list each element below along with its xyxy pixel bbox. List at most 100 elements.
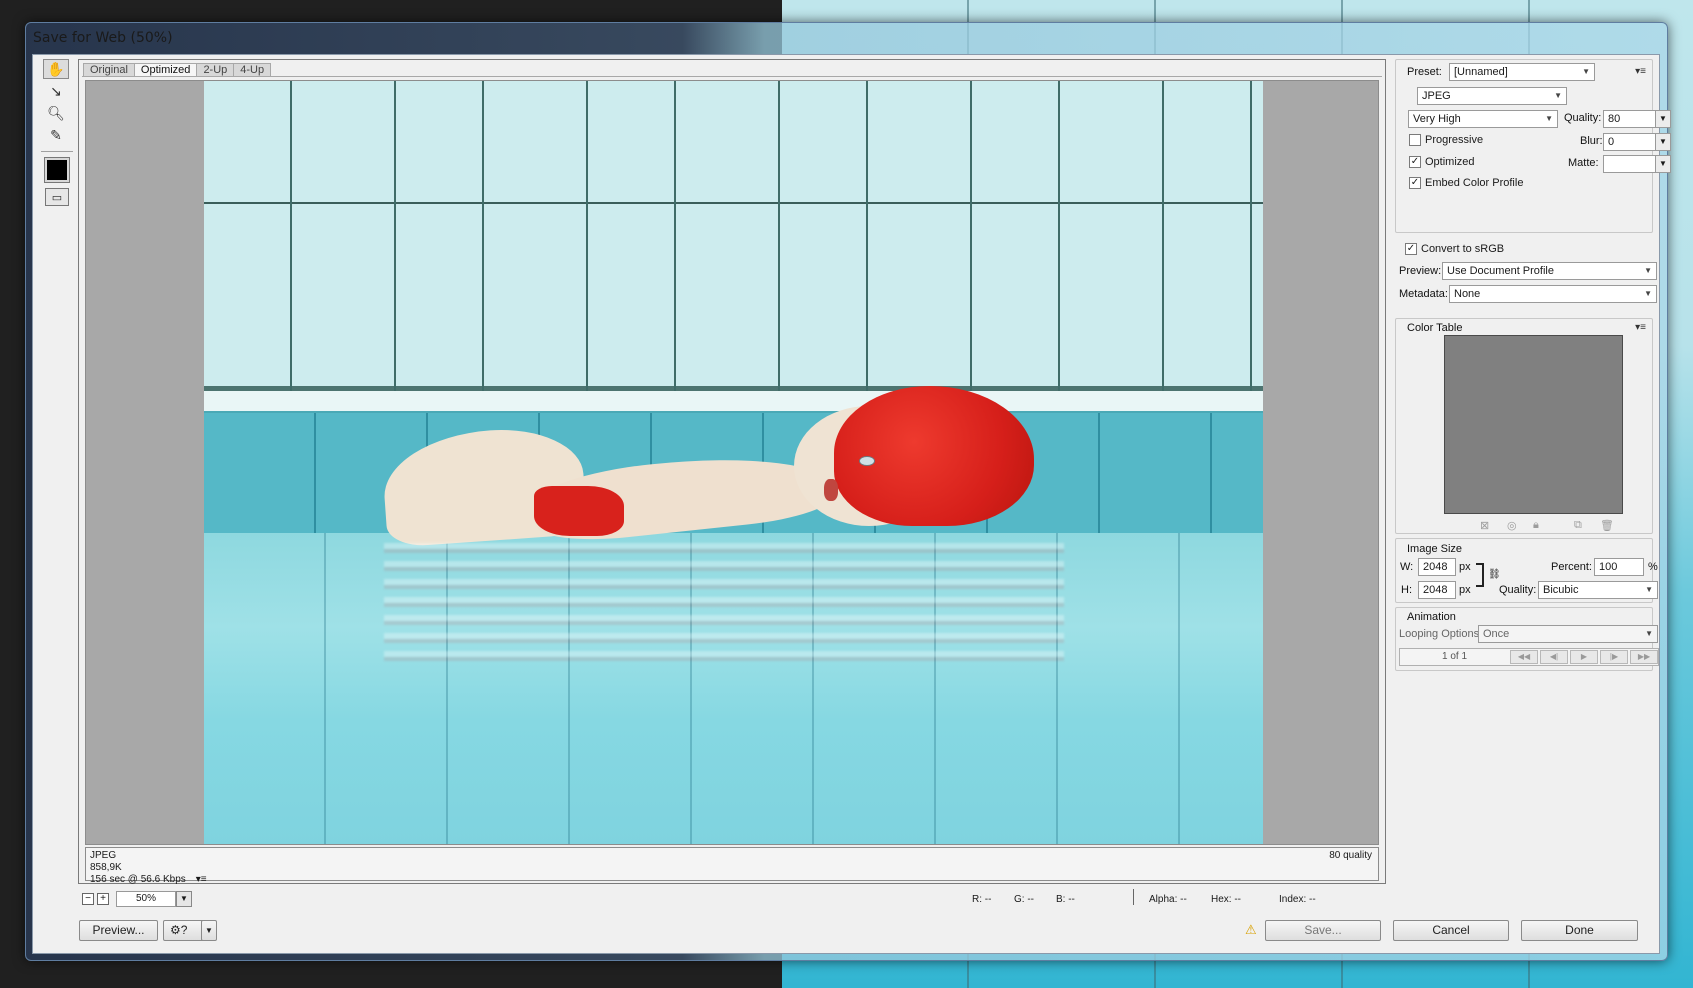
percent-field[interactable]: 100 — [1594, 558, 1644, 576]
matte-label: Matte: — [1568, 157, 1599, 169]
slices-icon: ▭ — [51, 191, 63, 204]
green-readout: G: -- — [1014, 894, 1034, 905]
zoom-out-button[interactable]: − — [82, 893, 94, 905]
chevron-down-icon[interactable]: ▼ — [1655, 156, 1670, 172]
chevron-down-icon: ▼ — [205, 926, 213, 935]
done-button[interactable]: Done — [1521, 920, 1638, 941]
chevron-down-icon: ▼ — [1645, 629, 1653, 638]
color-table-menu-icon[interactable]: ▾≡ — [1635, 322, 1646, 333]
convert-to-srgb-box[interactable]: ✓ — [1405, 243, 1417, 255]
map-to-transparent-icon[interactable]: ⊠ — [1480, 519, 1489, 532]
toggle-slices-visibility-button[interactable]: ▭ — [45, 188, 69, 206]
preview-canvas[interactable] — [85, 80, 1379, 845]
looping-options-select[interactable]: Once ▼ — [1478, 625, 1658, 643]
embed-color-profile-checkbox[interactable]: ✓ Embed Color Profile — [1409, 177, 1523, 189]
tab-optimized[interactable]: Optimized — [133, 63, 198, 77]
chevron-down-icon[interactable]: ▼ — [1655, 134, 1670, 150]
previous-frame-button[interactable]: ◀| — [1540, 650, 1568, 664]
status-bar: − + 50% ▼ R: -- G: -- B: -- Alpha: -- He… — [78, 889, 1386, 909]
progressive-checkbox[interactable]: Progressive — [1409, 134, 1483, 146]
hex-readout: Hex: -- — [1211, 894, 1241, 905]
window-title: Save for Web (50%) — [33, 30, 173, 46]
quality-field[interactable]: 80 ▼ — [1603, 110, 1671, 128]
height-label: H: — [1401, 584, 1412, 596]
preview-button[interactable]: Preview... — [79, 920, 158, 941]
compression-quality-select[interactable]: Very High ▼ — [1408, 110, 1558, 128]
color-table-title: Color Table — [1407, 322, 1463, 334]
warning-icon: ⚠ — [1245, 922, 1257, 937]
metadata-label: Metadata: — [1399, 288, 1448, 300]
optimized-checkbox[interactable]: ✓ Optimized — [1409, 156, 1475, 168]
tile-wall — [204, 81, 1263, 391]
cancel-button[interactable]: Cancel — [1393, 920, 1509, 941]
zoom-level-field[interactable]: 50% — [116, 891, 176, 907]
file-format-select[interactable]: JPEG ▼ — [1417, 87, 1567, 105]
pool-ledge — [204, 391, 1263, 413]
matte-field[interactable]: ▼ — [1603, 155, 1671, 173]
tab-original[interactable]: Original — [83, 63, 135, 77]
trash-icon[interactable]: 🗑︎ — [1600, 519, 1614, 532]
next-frame-button[interactable]: |▶ — [1600, 650, 1628, 664]
optimize-menu-icon[interactable]: ▾≡ — [1635, 66, 1646, 77]
preview-in-browser-button[interactable]: ⚙? — [163, 920, 205, 941]
red-swimsuit-collar — [534, 486, 624, 536]
last-frame-button[interactable]: ▶▶ — [1630, 650, 1658, 664]
percent-unit: % — [1648, 561, 1658, 573]
first-frame-button[interactable]: ◀◀ — [1510, 650, 1538, 664]
frame-counter: 1 of 1 — [1442, 651, 1468, 662]
image-file-size: 858,9K — [90, 862, 122, 873]
red-readout: R: -- — [972, 894, 992, 905]
settings-panel: Preset: [Unnamed] ▼ ▾≡ JPEG ▼ Very High ▼ Q… — [1395, 59, 1671, 671]
tab-strip-line — [82, 76, 1382, 77]
zoom-tool-button[interactable]: 🔍︎ — [43, 103, 69, 123]
progressive-box[interactable] — [1409, 134, 1421, 146]
chevron-down-icon: ▼ — [1644, 266, 1652, 275]
lock-color-icon[interactable]: 🔒︎ — [1533, 519, 1539, 532]
eyedropper-color-swatch[interactable] — [44, 157, 70, 183]
quality-label: Quality: — [1564, 112, 1602, 124]
chevron-down-icon[interactable]: ▼ — [1655, 111, 1670, 127]
optimized-box[interactable]: ✓ — [1409, 156, 1421, 168]
looping-options-label: Looping Options: — [1399, 628, 1483, 640]
dialog-client-area: ✋ ↘ 🔍︎ ✎ ▭ Original Optimized 2-Up 4-Up — [32, 54, 1671, 954]
download-speed-menu-icon[interactable]: ▾≡ — [196, 874, 207, 885]
preset-select[interactable]: [Unnamed] ▼ — [1449, 63, 1595, 81]
download-time: 156 sec @ 56.6 Kbps — [90, 874, 186, 885]
height-field[interactable]: 2048 — [1418, 581, 1456, 599]
web-shift-icon[interactable]: ◎ — [1507, 519, 1517, 532]
hand-tool-button[interactable]: ✋ — [43, 59, 69, 79]
zoom-dropdown-button[interactable]: ▼ — [176, 891, 192, 907]
slice-select-tool-button[interactable]: ↘ — [43, 81, 69, 101]
browser-dropdown-button[interactable]: ▼ — [201, 920, 217, 941]
view-tabs: Original Optimized 2-Up 4-Up — [83, 63, 272, 77]
embed-color-profile-box[interactable]: ✓ — [1409, 177, 1421, 189]
convert-to-srgb-checkbox[interactable]: ✓ Convert to sRGB — [1405, 243, 1504, 255]
play-button[interactable]: ▶ — [1570, 650, 1598, 664]
chain-link-icon[interactable]: ⛓ — [1488, 569, 1501, 580]
resample-quality-select[interactable]: Bicubic ▼ — [1538, 581, 1658, 599]
resample-quality-label: Quality: — [1499, 584, 1537, 596]
blue-readout: B: -- — [1056, 894, 1075, 905]
alpha-readout: Alpha: -- — [1149, 894, 1187, 905]
index-readout: Index: -- — [1279, 894, 1316, 905]
zoom-controls: − + 50% ▼ — [82, 891, 192, 907]
tab-2-up[interactable]: 2-Up — [196, 63, 235, 77]
color-conversion-group: ✓ Convert to sRGB Preview: Use Document P… — [1395, 237, 1657, 315]
image-size-group: Image Size W: 2048 px H: 2048 px ⛓ Perce… — [1395, 538, 1658, 603]
save-button[interactable]: Save... — [1265, 920, 1381, 941]
title-bar[interactable]: Save for Web (50%) — [26, 23, 1667, 55]
readout-divider — [1133, 889, 1134, 905]
width-label: W: — [1400, 561, 1414, 573]
color-table-swatches[interactable] — [1444, 335, 1623, 514]
download-time-row: 156 sec @ 56.6 Kbps ▾≡ — [90, 874, 207, 886]
zoom-in-button[interactable]: + — [97, 893, 109, 905]
optimized-image-preview[interactable] — [204, 81, 1263, 844]
tab-4-up[interactable]: 4-Up — [233, 63, 272, 77]
eyedropper-tool-button[interactable]: ✎ — [43, 125, 69, 145]
width-field[interactable]: 2048 — [1418, 558, 1456, 576]
metadata-select[interactable]: None ▼ — [1449, 285, 1657, 303]
preview-profile-select[interactable]: Use Document Profile ▼ — [1442, 262, 1657, 280]
new-color-icon[interactable]: ⧉ — [1574, 519, 1582, 532]
tool-separator — [41, 151, 73, 152]
blur-field[interactable]: 0 ▼ — [1603, 133, 1671, 151]
